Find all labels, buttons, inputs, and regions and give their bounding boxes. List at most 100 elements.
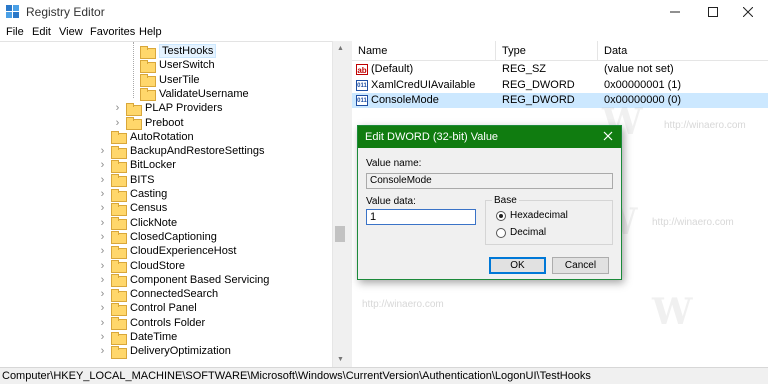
tree-item[interactable]: › PLAP Providers	[113, 101, 223, 116]
tree-item[interactable]: ValidateUsername	[140, 87, 249, 102]
folder-icon	[111, 231, 127, 245]
tree-item[interactable]: › Preboot	[113, 116, 184, 130]
folder-icon	[111, 317, 127, 331]
folder-icon	[140, 45, 156, 59]
tree-item-label: DateTime	[130, 331, 178, 343]
dialog-title-bar[interactable]: Edit DWORD (32-bit) Value	[358, 126, 621, 148]
watermark-url: http://winaero.com	[664, 120, 746, 131]
tree-item[interactable]: › BITS	[98, 173, 154, 188]
chevron-right-icon[interactable]: ›	[113, 102, 122, 114]
tree-item-label: Controls Folder	[130, 316, 206, 329]
hexadecimal-radio[interactable]	[496, 211, 506, 221]
folder-icon	[111, 159, 127, 173]
tree-item-label: UserTile	[159, 73, 200, 86]
tree-item-label: BitLocker	[130, 159, 176, 172]
chevron-right-icon[interactable]: ›	[98, 317, 107, 329]
value-row[interactable]: 011 ConsoleMode REG_DWORD 0x00000000 (0)	[352, 93, 768, 108]
menu-bar: File Edit View Favorites Help	[0, 24, 768, 41]
scroll-up-icon[interactable]: ▲	[333, 41, 348, 56]
tree-item[interactable]: › Component Based Servicing	[98, 273, 269, 288]
chevron-right-icon[interactable]: ›	[98, 145, 107, 157]
decimal-label[interactable]: Decimal	[510, 227, 546, 238]
tree-scrollbar[interactable]: ▲ ▼	[332, 41, 347, 367]
chevron-right-icon[interactable]: ›	[98, 159, 107, 171]
value-row[interactable]: 011 XamlCredUIAvailable REG_DWORD 0x0000000…	[352, 78, 768, 93]
menu-edit[interactable]: Edit	[32, 26, 51, 38]
cancel-button[interactable]: Cancel	[552, 257, 609, 274]
close-icon[interactable]	[601, 129, 615, 143]
ok-button[interactable]: OK	[489, 257, 546, 274]
scroll-thumb[interactable]	[335, 226, 345, 242]
tree-guide-line	[133, 42, 134, 98]
string-value-icon: ab	[356, 64, 368, 75]
column-type[interactable]: Type	[502, 45, 526, 57]
tree-item[interactable]: › Census	[98, 201, 167, 216]
value-data: 0x00000001 (1)	[604, 78, 682, 91]
scroll-down-icon[interactable]: ▼	[333, 352, 348, 367]
tree-item[interactable]: › Control Panel	[98, 301, 197, 316]
chevron-right-icon[interactable]: ›	[98, 231, 107, 243]
key-tree[interactable]: TestHooks UserSwitch UserTile ValidateUsern…	[0, 41, 347, 367]
chevron-right-icon[interactable]: ›	[98, 202, 107, 214]
chevron-right-icon[interactable]: ›	[98, 188, 107, 200]
tree-item-label: BackupAndRestoreSettings	[130, 145, 265, 158]
chevron-right-icon[interactable]: ›	[98, 274, 107, 286]
folder-icon	[111, 145, 127, 159]
chevron-right-icon[interactable]: ›	[98, 288, 107, 300]
tree-item[interactable]: › ClickNote	[98, 216, 177, 231]
tree-item[interactable]: › ConnectedSearch	[98, 287, 218, 302]
tree-item[interactable]: UserTile	[140, 73, 200, 88]
value-type: REG_SZ	[502, 63, 547, 75]
value-name-field: ConsoleMode	[366, 173, 613, 189]
column-divider[interactable]	[597, 41, 598, 61]
menu-help[interactable]: Help	[139, 26, 162, 38]
tree-item[interactable]: UserSwitch	[140, 58, 215, 73]
column-divider[interactable]	[495, 41, 496, 61]
value-data-input[interactable]	[366, 209, 476, 225]
folder-icon	[140, 59, 156, 73]
chevron-right-icon[interactable]: ›	[98, 217, 107, 229]
value-data-label: Value data:	[366, 196, 416, 207]
close-button[interactable]	[728, 0, 768, 24]
folder-icon	[111, 331, 127, 345]
tree-item[interactable]: AutoRotation	[98, 130, 194, 145]
value-row[interactable]: ab (Default) REG_SZ (value not set)	[352, 62, 768, 77]
tree-item[interactable]: › Controls Folder	[98, 316, 206, 331]
dialog-title: Edit DWORD (32-bit) Value	[365, 131, 499, 143]
tree-item[interactable]: › CloudStore	[98, 259, 185, 273]
chevron-right-icon[interactable]: ›	[98, 174, 107, 186]
tree-item-label: CloudExperienceHost	[130, 245, 237, 258]
chevron-right-icon[interactable]: ›	[98, 331, 107, 343]
decimal-radio[interactable]	[496, 228, 506, 238]
chevron-right-icon[interactable]: ›	[98, 345, 107, 357]
chevron-right-icon[interactable]: ›	[98, 302, 107, 314]
tree-item[interactable]: TestHooks	[140, 44, 217, 59]
chevron-right-icon[interactable]: ›	[113, 117, 122, 129]
tree-item[interactable]: › BitLocker	[98, 158, 176, 173]
value-type: REG_DWORD	[502, 94, 575, 106]
folder-icon	[140, 74, 156, 88]
tree-item[interactable]: › ClosedCaptioning	[98, 230, 217, 245]
minimize-icon	[670, 11, 680, 13]
tree-item-label: AutoRotation	[130, 130, 194, 143]
tree-item[interactable]: › Casting	[98, 187, 167, 202]
tree-item[interactable]: › BackupAndRestoreSettings	[98, 144, 265, 159]
chevron-right-icon[interactable]: ›	[98, 260, 107, 272]
column-name[interactable]: Name	[358, 45, 387, 57]
value-data: (value not set)	[604, 63, 674, 75]
tree-item[interactable]: › CloudExperienceHost	[98, 244, 237, 259]
column-data[interactable]: Data	[604, 45, 627, 57]
menu-file[interactable]: File	[6, 26, 24, 38]
menu-favorites[interactable]: Favorites	[90, 26, 135, 38]
tree-item[interactable]: › DeliveryOptimization	[98, 344, 231, 359]
tree-item[interactable]: › DateTime	[98, 330, 178, 345]
tree-item-label: PLAP Providers	[145, 102, 223, 115]
status-path: Computer\HKEY_LOCAL_MACHINE\SOFTWARE\Mic…	[2, 370, 591, 382]
hexadecimal-label[interactable]: Hexadecimal	[510, 210, 568, 221]
menu-view[interactable]: View	[59, 26, 83, 38]
chevron-right-icon[interactable]: ›	[98, 245, 107, 257]
folder-icon	[140, 88, 156, 102]
folder-icon	[126, 117, 142, 130]
folder-icon	[111, 174, 127, 188]
value-name: ConsoleMode	[371, 94, 439, 106]
